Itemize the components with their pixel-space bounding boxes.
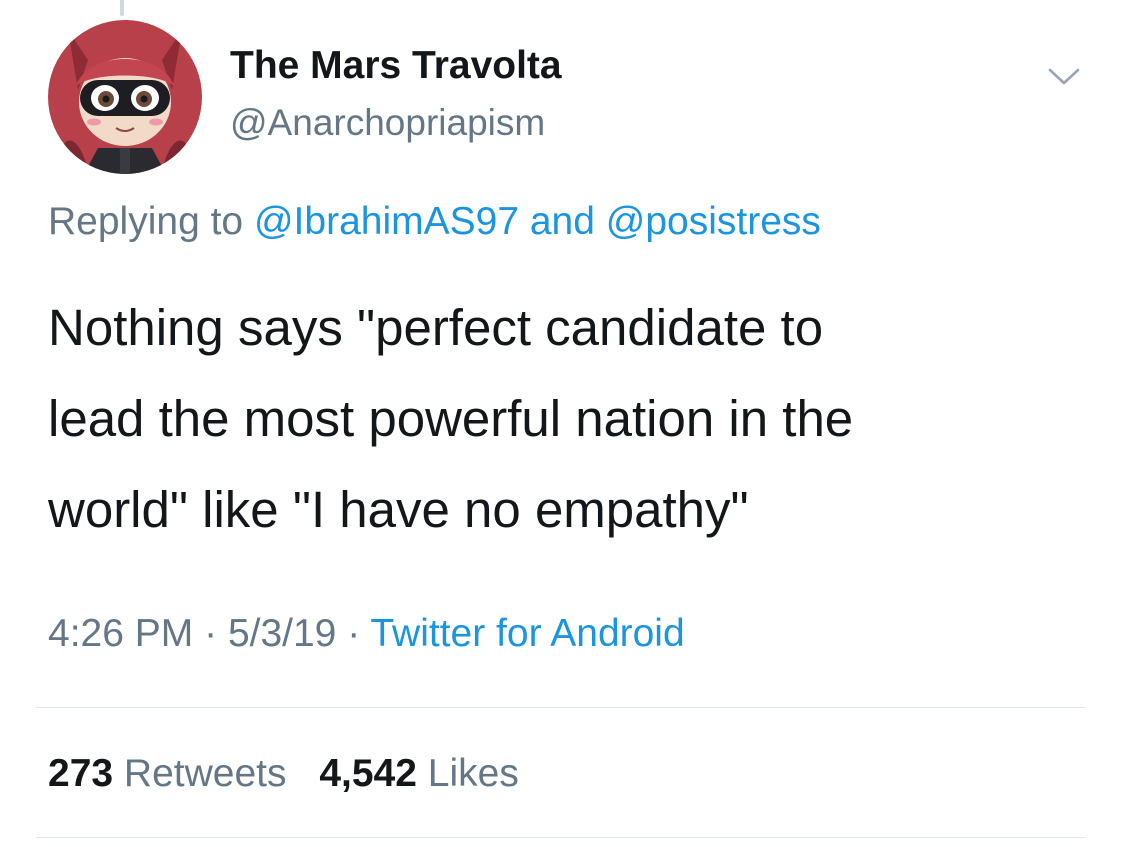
divider [36, 837, 1086, 838]
divider [36, 707, 1086, 708]
tweet-time[interactable]: 4:26 PM [48, 612, 193, 655]
meta-separator: · [347, 612, 361, 655]
reply-mention-posistress[interactable]: @posistress [606, 200, 821, 243]
retweets-count: 273 [48, 752, 114, 795]
tweet-stats: 273 Retweets 4,542 Likes [48, 752, 541, 796]
tweet-text-line: lead the most powerful nation in the [48, 390, 854, 447]
retweets-label: Retweets [123, 752, 287, 795]
tweet-options-button[interactable] [1044, 62, 1084, 90]
tweet-text: Nothing says "perfect candidate to lead … [48, 282, 1088, 555]
tweet-metadata: 4:26 PM · 5/3/19 · Twitter for Android [48, 612, 685, 656]
likes-stat[interactable]: 4,542 Likes [319, 752, 519, 795]
replying-to-label: Replying to [48, 200, 244, 243]
tweet-date[interactable]: 5/3/19 [228, 612, 336, 655]
replying-to-line: Replying to @IbrahimAS97 and @posistress [48, 200, 821, 244]
retweets-stat[interactable]: 273 Retweets [48, 752, 297, 795]
avatar[interactable] [48, 20, 202, 174]
likes-count: 4,542 [319, 752, 417, 795]
chevron-down-icon [1048, 68, 1080, 85]
likes-label: Likes [427, 752, 519, 795]
author-display-name[interactable]: The Mars Travolta [230, 44, 562, 88]
thread-connector-line [120, 0, 124, 16]
avatar-illustration [48, 20, 202, 174]
meta-separator: · [204, 612, 218, 655]
reply-mention-ibrahimas97[interactable]: @IbrahimAS97 [254, 200, 519, 243]
tweet-source-link[interactable]: Twitter for Android [370, 612, 684, 655]
tweet-text-line: Nothing says "perfect candidate to [48, 299, 824, 356]
author-handle[interactable]: @Anarchopriapism [230, 102, 545, 144]
reply-joiner: and [529, 200, 595, 243]
tweet-text-line: world" like "I have no empathy" [48, 481, 749, 538]
